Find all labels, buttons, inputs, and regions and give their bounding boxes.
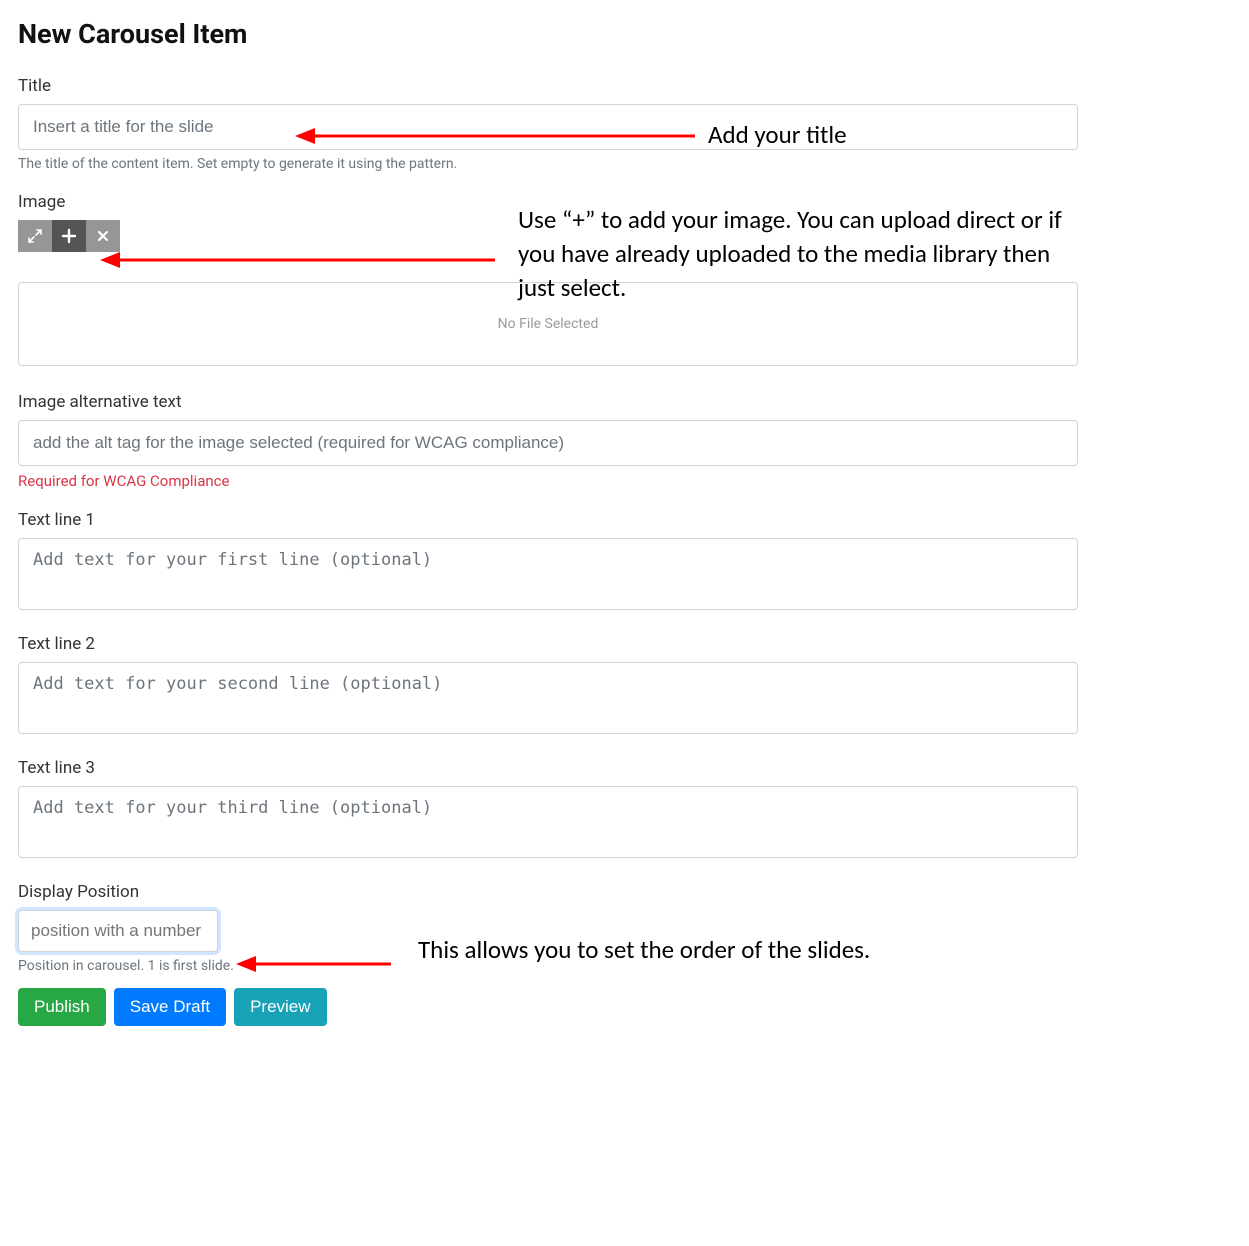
page-title: New Carousel Item xyxy=(18,18,1231,50)
expand-icon xyxy=(28,229,42,243)
publish-button[interactable]: Publish xyxy=(18,988,106,1026)
line2-input[interactable] xyxy=(18,662,1078,734)
line3-label: Text line 3 xyxy=(18,758,1231,778)
line3-input[interactable] xyxy=(18,786,1078,858)
line1-label: Text line 1 xyxy=(18,510,1231,530)
line2-group: Text line 2 xyxy=(18,634,1231,738)
annotation-position: This allows you to set the order of the … xyxy=(418,933,958,967)
position-label: Display Position xyxy=(18,882,1231,902)
plus-icon xyxy=(61,228,77,244)
alt-help: Required for WCAG Compliance xyxy=(18,472,1231,490)
alt-input[interactable] xyxy=(18,420,1078,466)
media-expand-button[interactable] xyxy=(18,220,52,252)
line3-group: Text line 3 xyxy=(18,758,1231,862)
annotation-image: Use “+” to add your image. You can uploa… xyxy=(518,203,1078,304)
title-group: Title The title of the content item. Set… xyxy=(18,76,1231,172)
close-icon xyxy=(96,229,110,243)
position-input[interactable] xyxy=(18,910,218,952)
line2-label: Text line 2 xyxy=(18,634,1231,654)
alt-label: Image alternative text xyxy=(18,392,1231,412)
annotation-title: Add your title xyxy=(708,118,847,152)
line1-input[interactable] xyxy=(18,538,1078,610)
save-draft-button[interactable]: Save Draft xyxy=(114,988,226,1026)
title-label: Title xyxy=(18,76,1231,96)
media-remove-button[interactable] xyxy=(86,220,120,252)
preview-button[interactable]: Preview xyxy=(234,988,326,1026)
line1-group: Text line 1 xyxy=(18,510,1231,614)
media-add-button[interactable] xyxy=(52,220,86,252)
title-help: The title of the content item. Set empty… xyxy=(18,156,1231,172)
title-input[interactable] xyxy=(18,104,1078,150)
alt-group: Image alternative text Required for WCAG… xyxy=(18,392,1231,490)
media-dropzone-text: No File Selected xyxy=(498,316,599,332)
action-buttons: Publish Save Draft Preview xyxy=(18,988,1231,1026)
